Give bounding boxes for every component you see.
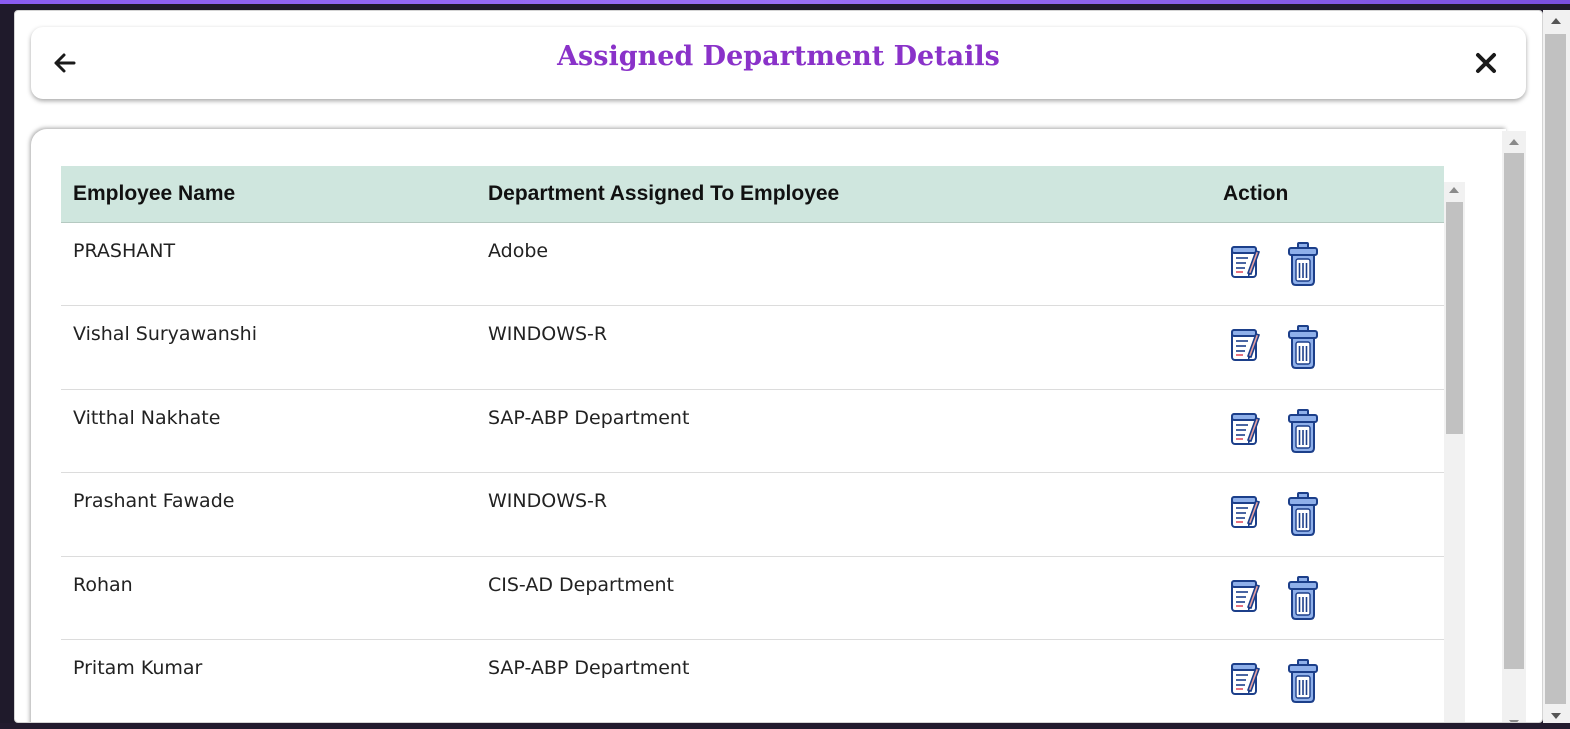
scroll-down-arrow-icon[interactable] [1551,713,1561,719]
table-row: PRASHANT Adobe [61,222,1444,306]
trash-icon[interactable] [1287,408,1319,459]
table-row: Pritam Kumar SAP-ABP Department [61,639,1444,722]
scrollbar-thumb[interactable] [1504,153,1524,669]
modal-header: Assigned Department Details [31,27,1526,99]
employee-name-cell: Vishal Suryawanshi [61,305,476,390]
department-cell: Adobe [476,222,1211,306]
department-cell: WINDOWS-R [476,305,1211,390]
edit-icon[interactable] [1229,577,1261,620]
column-header-action: Action [1211,166,1444,223]
table-row: Prashant Fawade WINDOWS-R [61,472,1444,557]
action-cell [1211,222,1444,306]
trash-icon[interactable] [1287,658,1319,709]
edit-icon[interactable] [1229,660,1261,703]
scroll-up-arrow-icon[interactable] [1509,139,1519,145]
department-cell: CIS-AD Department [476,556,1211,640]
table-card: Employee Name Department Assigned To Emp… [31,129,1506,722]
action-cell [1211,305,1444,390]
table-scrollbar[interactable] [1444,182,1465,722]
table-row: Vishal Suryawanshi WINDOWS-R [61,305,1444,390]
card-scrollbar[interactable] [1502,131,1526,722]
close-button[interactable] [1472,49,1500,77]
edit-icon[interactable] [1229,493,1261,536]
table-row: Rohan CIS-AD Department [61,556,1444,640]
employee-name-cell: Vitthal Nakhate [61,389,476,473]
action-cell [1211,389,1444,473]
trash-icon[interactable] [1287,491,1319,542]
action-cell [1211,472,1444,557]
action-cell [1211,639,1444,722]
employee-name-cell: Rohan [61,556,476,640]
top-accent-bar [0,0,1570,4]
column-header-department: Department Assigned To Employee [476,166,1211,223]
department-cell: SAP-ABP Department [476,639,1211,722]
trash-icon[interactable] [1287,324,1319,375]
edit-icon[interactable] [1229,243,1261,286]
page-scrollbar[interactable] [1543,10,1570,723]
table-scroll-area[interactable]: Employee Name Department Assigned To Emp… [61,166,1468,722]
department-cell: WINDOWS-R [476,472,1211,557]
employee-name-cell: Prashant Fawade [61,472,476,557]
department-cell: SAP-ABP Department [476,389,1211,473]
assignment-table: Employee Name Department Assigned To Emp… [61,166,1444,722]
column-header-employee-name: Employee Name [61,166,476,223]
scrollbar-thumb[interactable] [1446,202,1463,434]
trash-icon[interactable] [1287,575,1319,626]
table-header-row: Employee Name Department Assigned To Emp… [61,166,1444,223]
action-cell [1211,556,1444,640]
assigned-department-modal: Assigned Department Details Employee Nam… [14,10,1543,723]
scrollbar-thumb[interactable] [1545,34,1566,704]
employee-name-cell: Pritam Kumar [61,639,476,722]
close-icon [1476,53,1496,73]
trash-icon[interactable] [1287,241,1319,292]
employee-name-cell: PRASHANT [61,222,476,306]
bottom-strip [0,723,1570,729]
table-row: Vitthal Nakhate SAP-ABP Department [61,389,1444,473]
scroll-up-arrow-icon[interactable] [1551,18,1561,24]
edit-icon[interactable] [1229,410,1261,453]
edit-icon[interactable] [1229,326,1261,369]
scroll-up-arrow-icon[interactable] [1449,187,1459,193]
page-title: Assigned Department Details [557,41,1000,72]
